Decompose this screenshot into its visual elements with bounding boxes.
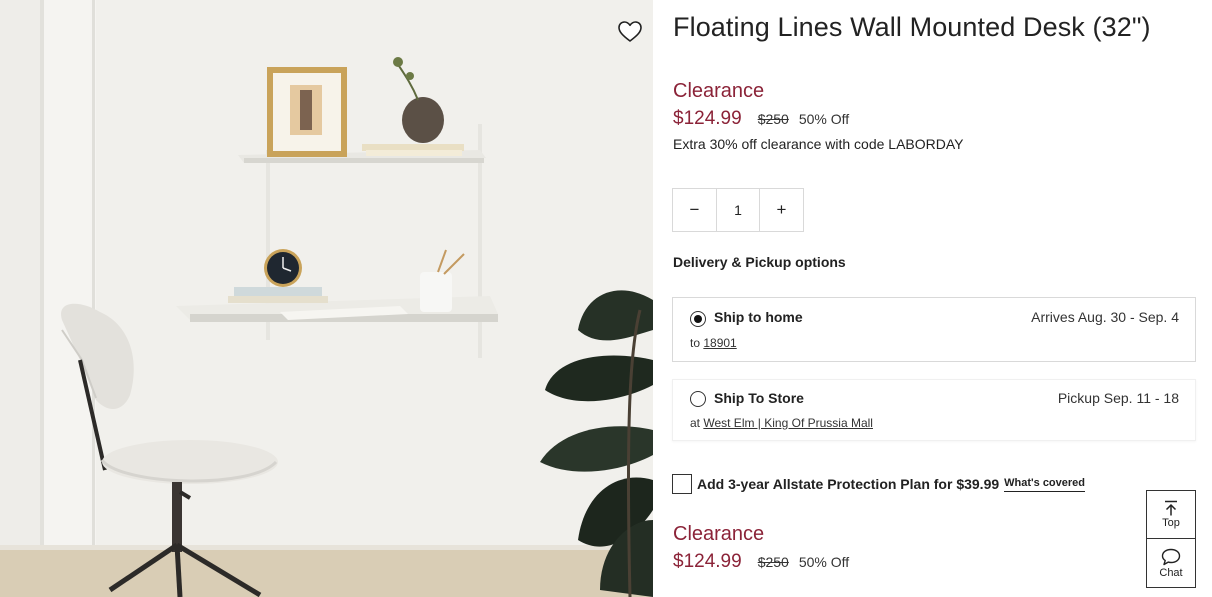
ship-to-store-date: Pickup Sep. 11 - 18	[1057, 390, 1179, 406]
protection-plan-checkbox[interactable]	[672, 474, 692, 494]
store-location: at West Elm | King Of Prussia Mall	[690, 416, 873, 430]
protection-plan-label: Add 3-year Allstate Protection Plan for …	[697, 476, 1000, 492]
ship-to-home-option[interactable]: Ship to home Arrives Aug. 30 - Sep. 4 to…	[672, 297, 1196, 362]
arrow-up-to-line-icon	[1165, 500, 1177, 516]
floating-actions: Top Chat	[1146, 490, 1196, 588]
product-photo-illustration	[0, 0, 653, 597]
chat-button[interactable]: Chat	[1147, 539, 1195, 587]
product-image[interactable]	[0, 0, 653, 597]
ship-to-home-label: Ship to home	[714, 309, 803, 325]
ship-to-home-prefix: to	[690, 336, 701, 350]
favorite-heart-icon[interactable]	[617, 19, 643, 45]
ship-to-store-radio[interactable]	[690, 391, 706, 407]
price-row: $124.99 $250 50% Off	[673, 108, 849, 130]
price-row-repeat: $124.99 $250 50% Off	[673, 551, 849, 573]
ship-to-store-label: Ship To Store	[714, 390, 804, 406]
quantity-decrease-button[interactable]: −	[673, 189, 717, 231]
sale-price-repeat: $124.99	[673, 551, 742, 572]
ship-to-home-radio[interactable]	[690, 311, 706, 327]
original-price: $250	[757, 111, 789, 127]
whats-covered-link[interactable]: What's covered	[1004, 477, 1086, 492]
back-to-top-button[interactable]: Top	[1147, 491, 1195, 539]
ship-to-home-zip: to 18901	[690, 336, 737, 350]
protection-plan-row: Add 3-year Allstate Protection Plan for …	[672, 473, 1086, 495]
chat-label: Chat	[1159, 566, 1183, 579]
zip-code-link[interactable]: 18901	[703, 336, 736, 350]
delivery-options-heading: Delivery & Pickup options	[673, 254, 846, 270]
discount-percent-repeat: 50% Off	[798, 554, 850, 570]
store-location-link[interactable]: West Elm | King Of Prussia Mall	[703, 416, 873, 430]
chat-bubble-icon	[1161, 548, 1181, 565]
original-price-repeat: $250	[757, 554, 789, 570]
clearance-label-repeat: Clearance	[673, 523, 765, 545]
clearance-label: Clearance	[673, 80, 765, 102]
ship-to-store-option[interactable]: Ship To Store Pickup Sep. 11 - 18 at Wes…	[672, 379, 1196, 441]
product-title: Floating Lines Wall Mounted Desk (32")	[673, 12, 1151, 42]
quantity-input[interactable]	[717, 189, 759, 231]
ship-to-home-date: Arrives Aug. 30 - Sep. 4	[1031, 309, 1179, 325]
promo-code-text: Extra 30% off clearance with code LABORD…	[673, 136, 964, 152]
back-to-top-label: Top	[1162, 517, 1180, 529]
discount-percent: 50% Off	[798, 111, 850, 127]
sale-price: $124.99	[673, 108, 742, 129]
quantity-increase-button[interactable]: +	[759, 189, 803, 231]
quantity-stepper: − +	[672, 188, 804, 232]
ship-to-store-prefix: at	[690, 416, 701, 430]
